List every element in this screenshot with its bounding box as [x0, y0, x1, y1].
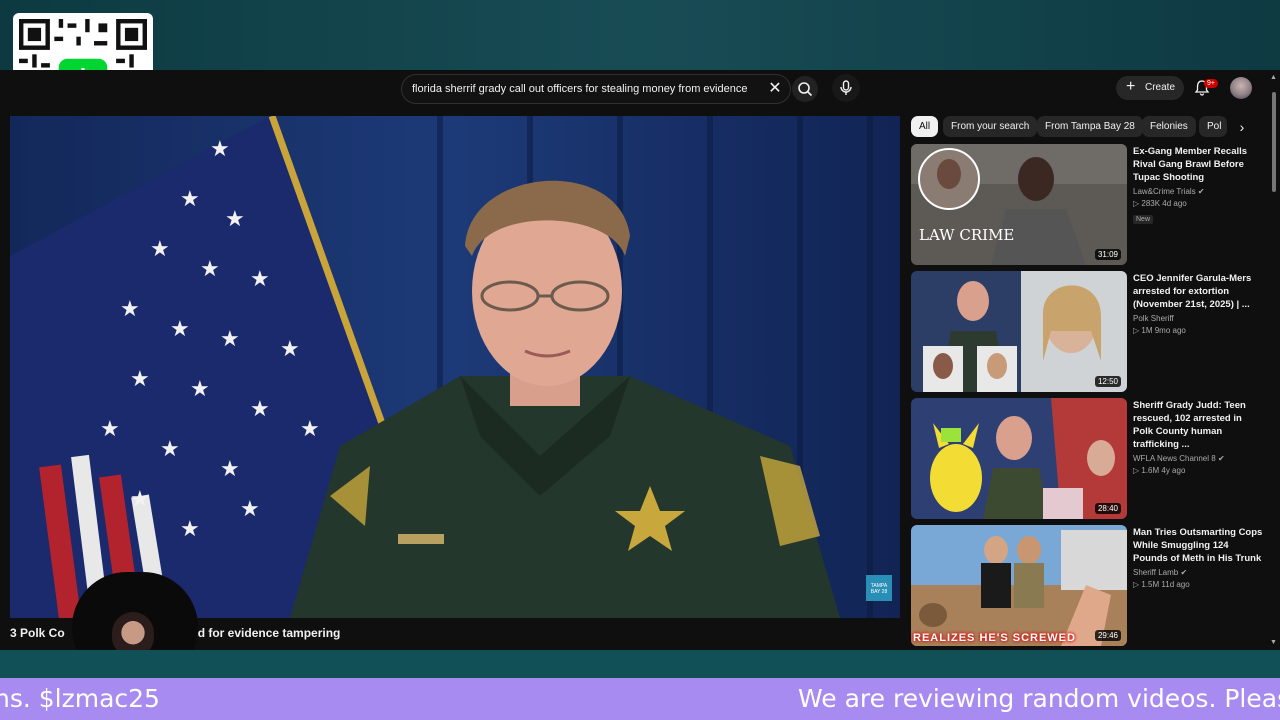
verified-icon: ✔ — [1197, 187, 1205, 196]
video-stats: 1.5M 11d ago — [1141, 580, 1190, 589]
plus-icon: + — [1126, 78, 1136, 95]
channel-name[interactable]: Law&Crime Trials — [1133, 187, 1196, 196]
notification-badge: 9+ — [1204, 79, 1218, 88]
channel-name[interactable]: Polk Sheriff — [1133, 314, 1174, 323]
svg-text:★: ★ — [130, 487, 150, 512]
chip-felonies[interactable]: Felonies — [1142, 116, 1196, 137]
recommendation-title[interactable]: Man Tries Outsmarting Cops While Smuggli… — [1133, 526, 1263, 565]
recommendation-thumbnail-3[interactable]: 28:40 — [911, 398, 1127, 519]
svg-text:★: ★ — [100, 417, 120, 442]
svg-text:★: ★ — [180, 187, 200, 212]
video-frame-image: ★★★★ ★ ★★★ ★ ★★ ★ ★★★★ ★★★★ — [10, 116, 900, 618]
thumbnail-overlay-text: REALIZES HE'S SCREWED — [913, 632, 1076, 644]
recommendation-title[interactable]: Sheriff Grady Judd: Teen rescued, 102 ar… — [1133, 399, 1263, 451]
create-button[interactable]: + Create — [1116, 76, 1184, 100]
scroll-down-icon[interactable]: ▼ — [1270, 639, 1277, 646]
svg-text:★: ★ — [200, 257, 220, 282]
svg-text:★: ★ — [225, 207, 245, 232]
recommendation-thumbnail-1[interactable]: LAW CRIME 31:09 — [911, 144, 1127, 265]
chip-from-your-search[interactable]: From your search — [943, 116, 1038, 137]
thumbnail-overlay-text: LAW CRIME — [919, 226, 1015, 244]
chip-pol[interactable]: Pol — [1199, 116, 1227, 137]
verified-icon: ✔ — [1180, 568, 1188, 577]
search-icon — [798, 82, 813, 97]
ticker-text-right: We are reviewing random videos. Please — [798, 684, 1280, 713]
video-duration: 31:09 — [1094, 249, 1121, 260]
recommendation-title[interactable]: Ex-Gang Member Recalls Rival Gang Brawl … — [1133, 145, 1263, 184]
svg-text:★: ★ — [150, 237, 170, 262]
new-badge: New — [1133, 215, 1154, 224]
svg-text:★: ★ — [190, 377, 210, 402]
search-bar[interactable]: florida sherrif grady call out officers … — [401, 74, 791, 104]
svg-text:★: ★ — [130, 367, 150, 392]
search-button[interactable] — [792, 76, 818, 102]
svg-text:★: ★ — [160, 437, 180, 462]
station-logo: TAMPA BAY 28 — [866, 575, 892, 601]
svg-text:★: ★ — [300, 417, 320, 442]
svg-text:★: ★ — [250, 397, 270, 422]
recommendation-meta-4[interactable]: Man Tries Outsmarting Cops While Smuggli… — [1133, 526, 1263, 589]
verified-icon: ✔ — [1217, 454, 1225, 463]
thumbnail-image — [911, 525, 1127, 646]
scrollbar-thumb[interactable] — [1272, 92, 1276, 192]
recommendation-thumbnail-4[interactable]: REALIZES HE'S SCREWED 29:46 — [911, 525, 1127, 646]
video-duration: 28:40 — [1094, 503, 1121, 514]
account-avatar[interactable] — [1230, 77, 1252, 99]
thumbnail-image — [911, 144, 1127, 265]
svg-text:★: ★ — [220, 457, 240, 482]
ticker-text-left: ns. $lzmac25 — [0, 684, 160, 713]
video-stats: 283K 4d ago — [1141, 199, 1187, 208]
ticker-banner: ns. $lzmac25 We are reviewing random vid… — [0, 678, 1280, 720]
svg-text:★: ★ — [120, 297, 140, 322]
channel-name[interactable]: Sheriff Lamb — [1133, 568, 1178, 577]
recommendation-meta-3[interactable]: Sheriff Grady Judd: Teen rescued, 102 ar… — [1133, 399, 1263, 475]
svg-text:★: ★ — [280, 337, 300, 362]
chevron-right-icon[interactable]: › — [1232, 117, 1252, 137]
svg-text:★: ★ — [220, 327, 240, 352]
svg-text:★: ★ — [250, 267, 270, 292]
microphone-icon — [840, 80, 852, 95]
svg-text:★: ★ — [180, 517, 200, 542]
recommendation-meta-1[interactable]: Ex-Gang Member Recalls Rival Gang Brawl … — [1133, 145, 1263, 226]
video-duration: 29:46 — [1094, 630, 1121, 641]
svg-text:★: ★ — [170, 317, 190, 342]
stream-background-bottom — [0, 650, 1280, 678]
chip-all[interactable]: All — [911, 116, 939, 137]
create-label: Create — [1145, 82, 1176, 93]
video-duration: 12:50 — [1094, 376, 1121, 387]
video-stats: 1.6M 4y ago — [1141, 466, 1186, 475]
recommendation-title[interactable]: CEO Jennifer Garula-Mers arrested for ex… — [1133, 272, 1263, 311]
recommendation-meta-2[interactable]: CEO Jennifer Garula-Mers arrested for ex… — [1133, 272, 1263, 335]
chip-from-tampa-bay-28[interactable]: From Tampa Bay 28 — [1037, 116, 1143, 137]
thumbnail-image — [911, 398, 1127, 519]
video-player[interactable]: ★ ★ ★ ★ ★ ★ ★ ★ ★ ★ ★ ★ ★ ★ ★ ★ ★ ★ ★ ★ — [10, 116, 900, 618]
scroll-up-icon[interactable]: ▲ — [1270, 74, 1277, 81]
recommendation-thumbnail-2[interactable]: 12:50 — [911, 271, 1127, 392]
video-stats: 1M 9mo ago — [1141, 326, 1186, 335]
thumbnail-image — [911, 271, 1127, 392]
search-input[interactable]: florida sherrif grady call out officers … — [412, 83, 747, 95]
channel-name[interactable]: WFLA News Channel 8 — [1133, 454, 1216, 463]
stream-background-top — [0, 0, 1280, 70]
voice-search-button[interactable] — [832, 74, 860, 102]
clear-search-icon[interactable]: ✕ — [766, 80, 784, 98]
svg-text:★: ★ — [240, 497, 260, 522]
sidebar-scrollbar[interactable]: ▲ ▼ — [1270, 74, 1278, 646]
svg-text:★: ★ — [210, 137, 230, 162]
